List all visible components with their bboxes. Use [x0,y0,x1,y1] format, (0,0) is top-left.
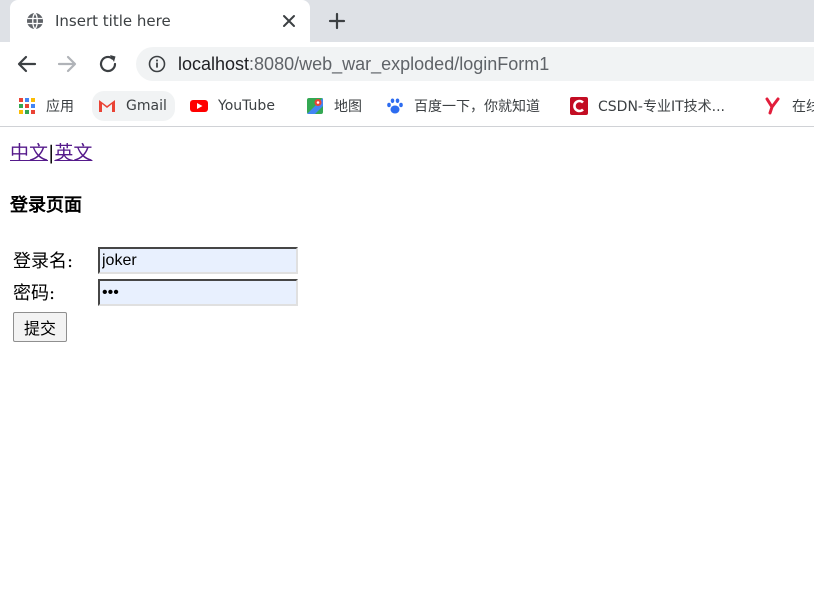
back-arrow-icon[interactable] [15,52,39,76]
globe-icon [27,12,43,30]
username-field[interactable] [98,247,298,274]
chinese-link[interactable]: 中文 [10,142,48,164]
page-title: 登录页面 [10,195,82,216]
page-content: 中文|英文 登录页面 登录名: 密码: 提交 [0,127,814,596]
forward-arrow-icon[interactable] [55,52,79,76]
close-icon[interactable] [280,12,298,30]
url-path: :8080/web_war_exploded/loginForm1 [249,54,550,74]
url-host: localhost [178,54,250,74]
info-icon[interactable] [148,55,166,73]
bookmark-apps[interactable]: 应用 [18,94,74,118]
username-label: 登录名: [13,251,74,272]
new-tab-icon[interactable] [325,9,349,33]
password-field[interactable] [98,279,298,306]
bookmark-label: CSDN-专业IT技术... [598,99,725,115]
bookmark-csdn[interactable]: CSDN-专业IT技术... [570,94,725,118]
gmail-icon [99,100,115,112]
bookmark-youtube[interactable]: YouTube [190,94,275,118]
baidu-icon [387,98,403,114]
bookmark-maps[interactable]: 地图 [306,94,362,118]
english-link[interactable]: 英文 [54,142,92,164]
y-icon [765,97,780,115]
apps-grid-icon [19,98,35,114]
browser-toolbar: localhost:8080/web_war_exploded/loginFor… [0,42,814,86]
submit-button[interactable]: 提交 [13,312,67,342]
bookmark-gmail[interactable]: Gmail [92,91,175,121]
address-bar[interactable]: localhost:8080/web_war_exploded/loginFor… [136,47,814,81]
bookmark-label: YouTube [218,98,275,114]
language-switcher: 中文|英文 [10,141,92,165]
bookmark-label: 在线 [792,99,814,115]
browser-tab[interactable]: Insert title here [10,0,310,42]
bookmark-label: Gmail [126,98,167,114]
maps-icon [307,98,323,114]
password-label: 密码: [13,283,56,304]
csdn-icon [570,97,588,115]
bookmarks-bar: 应用 Gmail YouTube 地图 百度一下，你就知道 CSDN-专业IT技… [0,86,814,127]
youtube-icon [190,100,208,112]
tab-title: Insert title here [55,12,171,30]
reload-icon[interactable] [96,52,120,76]
bookmark-label: 应用 [46,99,74,115]
bookmark-baidu[interactable]: 百度一下，你就知道 [386,94,540,118]
bookmark-label: 百度一下，你就知道 [414,99,540,115]
bookmark-y[interactable]: 在线 [764,94,814,118]
bookmark-label: 地图 [334,99,362,115]
url-text: localhost:8080/web_war_exploded/loginFor… [178,54,549,74]
tab-strip: Insert title here [0,0,814,42]
